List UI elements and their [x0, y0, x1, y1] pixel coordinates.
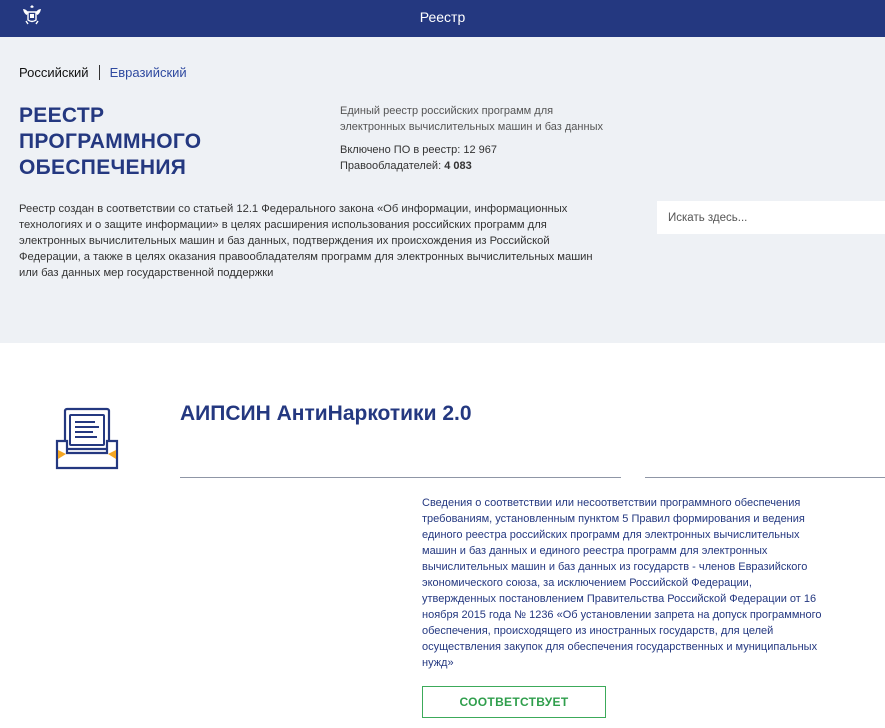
hero-section	[0, 37, 885, 343]
registry-subtitle-line: Единый реестр российских программ для	[340, 105, 554, 117]
included-count: Включено ПО в реестр: 12 967	[340, 142, 640, 158]
page-title-line: ОБЕСПЕЧЕНИЯ	[19, 156, 187, 179]
registry-description: Реестр создан в соответствии со статьей …	[19, 201, 639, 281]
registry-stats: Единый реестр российских программ для эл…	[340, 103, 640, 174]
holders-label: Правообладателей:	[340, 160, 442, 172]
tab-eurasian[interactable]: Евразийский	[100, 65, 187, 80]
top-bar: Реестр	[0, 0, 885, 37]
header-title: Реестр	[419, 9, 466, 25]
compliance-line: обеспечения, происходящего из иностранны…	[422, 625, 774, 637]
document-tray-icon	[55, 407, 119, 470]
holders-value: 4 083	[444, 160, 472, 172]
registry-subtitle: Единый реестр российских программ для эл…	[340, 103, 640, 135]
compliance-line: Сведения о соответствии или несоответств…	[422, 497, 801, 509]
description-line: Реестр создан в соответствии со статьей …	[19, 203, 568, 215]
product-title: АИПСИН АнтиНаркотики 2.0	[180, 402, 472, 425]
description-line: электронных вычислительных машин и баз д…	[19, 235, 550, 247]
description-line: технологиях и о защите информации» в цел…	[19, 219, 547, 231]
page-title: РЕЕСТР ПРОГРАММНОГО ОБЕСПЕЧЕНИЯ	[19, 103, 279, 181]
included-label: Включено ПО в реестр:	[340, 144, 461, 156]
compliance-line: машин и баз данных и единого реестра про…	[422, 545, 768, 557]
tab-russian[interactable]: Российский	[19, 64, 100, 80]
compliance-line: утвержденных постановлением Правительств…	[422, 593, 817, 605]
compliance-line: нужд»	[422, 657, 454, 669]
included-value: 12 967	[463, 144, 497, 156]
compliance-text: Сведения о соответствии или несоответств…	[422, 495, 862, 671]
divider	[645, 477, 885, 478]
compliance-line: осуществления закупок для обеспечения го…	[422, 641, 818, 653]
compliance-line: вычислительных машин и баз данных из гос…	[422, 561, 808, 573]
holders-count: Правообладателей: 4 083	[340, 158, 640, 174]
description-line: или баз данных мер государственной подде…	[19, 267, 274, 279]
search-input[interactable]	[657, 201, 885, 234]
compliance-status-button[interactable]: СООТВЕТСТВУЕТ	[422, 686, 606, 718]
compliance-line: ноября 2015 года № 1236 «Об установлении…	[422, 609, 822, 621]
page-title-line: ПРОГРАММНОГО	[19, 130, 202, 153]
compliance-line: единого реестра российских программ для …	[422, 529, 800, 541]
registry-subtitle-line: электронных вычислительных машин и баз д…	[340, 121, 603, 133]
divider	[180, 477, 621, 478]
page-title-line: РЕЕСТР	[19, 104, 105, 127]
description-line: Федерации, а также в целях оказания прав…	[19, 251, 593, 263]
compliance-line: экономического союза, за исключением Рос…	[422, 577, 752, 589]
compliance-line: требованиям, установленным пунктом 5 Пра…	[422, 513, 805, 525]
registry-tabs: Российский Евразийский	[19, 64, 187, 80]
